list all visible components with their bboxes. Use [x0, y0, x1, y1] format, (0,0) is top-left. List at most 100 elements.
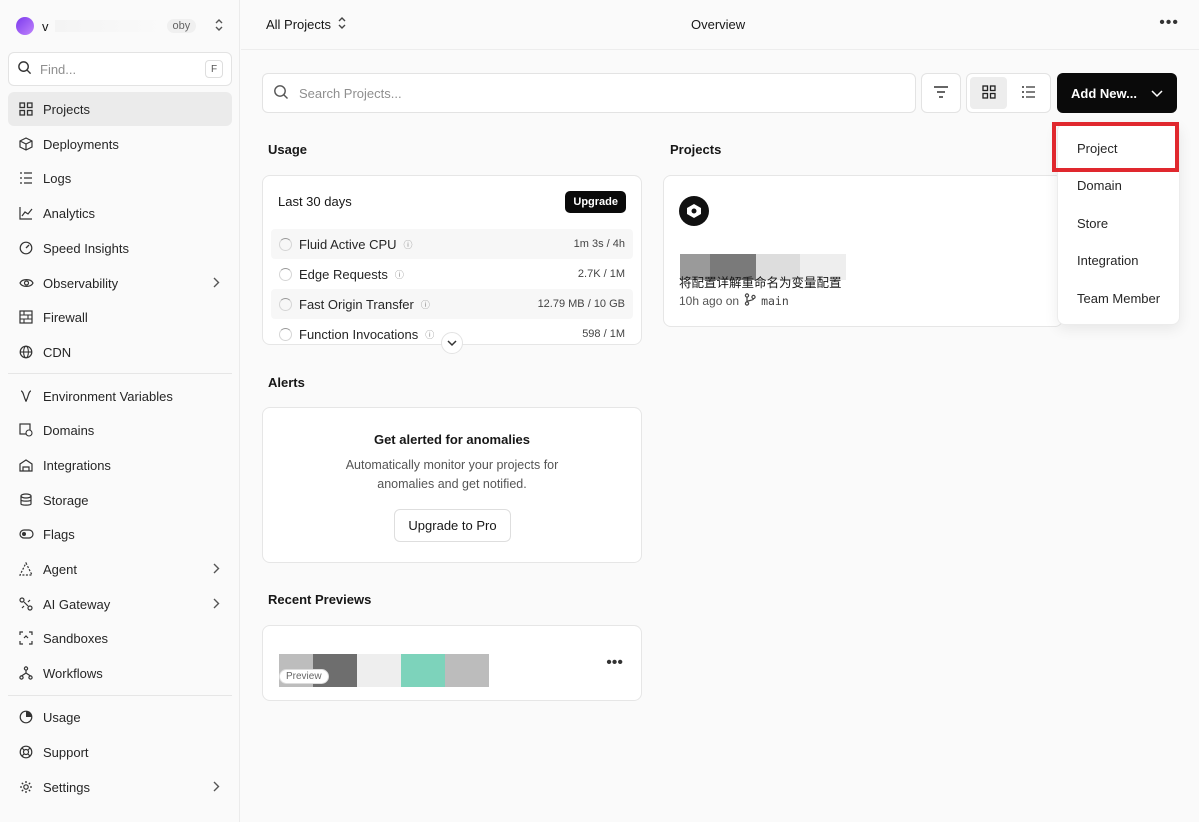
- sidebar-item-cdn[interactable]: CDN: [8, 335, 232, 369]
- team-name: v: [42, 18, 49, 34]
- sidebar-item-workflows[interactable]: Workflows: [8, 656, 232, 690]
- sidebar-item-sandboxes[interactable]: Sandboxes: [8, 621, 232, 655]
- sidebar-item-label: Sandboxes: [43, 630, 109, 646]
- expand-usage-button[interactable]: [441, 332, 463, 354]
- gateway-icon: [18, 596, 34, 612]
- sidebar-item-label: Observability: [43, 275, 119, 291]
- sidebar-item-agent[interactable]: Agent: [8, 552, 232, 586]
- usage-metric-row[interactable]: Fluid Active CPU ⓘ 1m 3s / 4h: [271, 229, 633, 259]
- project-branch: main: [761, 294, 789, 308]
- sidebar-item-label: Storage: [43, 492, 89, 508]
- variable-icon: [18, 388, 34, 404]
- sidebar-item-domains[interactable]: Domains: [8, 413, 232, 447]
- sidebar-item-projects[interactable]: Projects: [8, 92, 232, 126]
- chevron-right-icon: [213, 276, 220, 291]
- sidebar-item-ai-gateway[interactable]: AI Gateway: [8, 587, 232, 621]
- firewall-icon: [18, 309, 34, 325]
- git-branch-icon: [744, 293, 756, 309]
- search-icon: [273, 84, 289, 103]
- menu-item-domain[interactable]: Domain: [1077, 178, 1122, 193]
- sidebar-item-label: Deployments: [43, 136, 119, 152]
- sidebar-item-label: Analytics: [43, 205, 96, 221]
- team-avatar: [16, 17, 34, 35]
- team-switcher[interactable]: v oby: [16, 14, 228, 38]
- search-projects-input[interactable]: Search Projects...: [262, 73, 916, 113]
- project-card[interactable]: 将配置详解重命名为变量配置 10h ago on main: [663, 175, 1063, 327]
- alerts-heading: Get alerted for anomalies: [373, 432, 531, 447]
- metric-name: Function Invocations: [299, 326, 419, 342]
- domain-icon: [18, 422, 34, 438]
- project-scope-switcher[interactable]: All Projects: [266, 16, 347, 33]
- sidebar-item-logs[interactable]: Logs: [8, 161, 232, 195]
- find-shortcut-key: F: [205, 60, 223, 78]
- search-placeholder: Search Projects...: [299, 85, 402, 101]
- usage-metric-row[interactable]: Edge Requests ⓘ 2.7K / 1M: [271, 259, 633, 289]
- find-input[interactable]: Find... F: [8, 52, 232, 86]
- progress-ring-icon: [279, 297, 292, 311]
- project-meta: 10h ago on main: [679, 293, 789, 309]
- metric-value: 598 / 1M: [582, 328, 625, 340]
- support-icon: [18, 744, 34, 760]
- database-icon: [18, 492, 34, 508]
- line-chart-icon: [18, 205, 34, 221]
- filter-button[interactable]: [921, 73, 961, 113]
- menu-item-store[interactable]: Store: [1077, 216, 1108, 231]
- add-new-button[interactable]: Add New...: [1057, 73, 1177, 113]
- sidebar-item-usage[interactable]: Usage: [8, 700, 232, 734]
- agent-icon: [18, 561, 34, 577]
- alerts-section-title: Alerts: [268, 375, 305, 390]
- sidebar-item-firewall[interactable]: Firewall: [8, 300, 232, 334]
- sidebar-item-label: Firewall: [43, 309, 88, 325]
- grid-view-button[interactable]: [970, 77, 1007, 109]
- sidebar-item-deployments[interactable]: Deployments: [8, 127, 232, 161]
- sidebar-item-settings[interactable]: Settings: [8, 770, 232, 804]
- filter-icon: [933, 85, 949, 102]
- info-icon: ⓘ: [403, 239, 413, 250]
- sidebar-item-flags[interactable]: Flags: [8, 517, 232, 551]
- info-icon: ⓘ: [420, 299, 430, 310]
- usage-metric-row[interactable]: Fast Origin Transfer ⓘ 12.79 MB / 10 GB: [271, 289, 633, 319]
- scope-label: All Projects: [266, 17, 332, 32]
- toggle-icon: [18, 526, 34, 542]
- sidebar-item-label: Flags: [43, 526, 75, 542]
- chevron-up-down-icon[interactable]: [214, 18, 224, 35]
- sidebar-item-integrations[interactable]: Integrations: [8, 448, 232, 482]
- sidebar-item-support[interactable]: Support: [8, 735, 232, 769]
- sidebar-item-environment-variables[interactable]: Environment Variables: [8, 379, 232, 413]
- preview-card[interactable]: Preview •••: [262, 625, 642, 701]
- sidebar-item-analytics[interactable]: Analytics: [8, 196, 232, 230]
- sidebar-item-label: Logs: [43, 170, 72, 186]
- list-icon: [1021, 85, 1036, 102]
- usage-icon: [18, 709, 34, 725]
- project-commit-message: 将配置详解重命名为变量配置: [679, 276, 842, 290]
- sidebar-item-label: Agent: [43, 561, 77, 577]
- usage-section-title: Usage: [268, 142, 308, 157]
- usage-metrics-list: Fluid Active CPU ⓘ 1m 3s / 4h Edge Reque…: [263, 176, 641, 344]
- sidebar-item-storage[interactable]: Storage: [8, 483, 232, 517]
- more-options-icon[interactable]: •••: [606, 654, 623, 672]
- sidebar-divider: [8, 695, 232, 696]
- upgrade-to-pro-button[interactable]: Upgrade to Pro: [394, 509, 511, 542]
- search-icon: [17, 60, 32, 78]
- projects-section-title: Projects: [670, 142, 722, 157]
- progress-ring-icon: [279, 267, 292, 281]
- list-view-button[interactable]: [1010, 77, 1047, 109]
- menu-item-integration[interactable]: Integration: [1077, 253, 1138, 268]
- sandbox-icon: [18, 630, 34, 646]
- sidebar-item-speed-insights[interactable]: Speed Insights: [8, 231, 232, 265]
- sidebar-item-label: Support: [43, 744, 89, 760]
- team-plan-badge: oby: [166, 19, 197, 33]
- sidebar-item-label: Speed Insights: [43, 240, 130, 256]
- sidebar-item-observability[interactable]: Observability: [8, 266, 232, 300]
- sidebar-item-label: Workflows: [43, 665, 103, 681]
- metric-value: 2.7K / 1M: [577, 268, 625, 280]
- more-options-icon[interactable]: •••: [1159, 14, 1179, 32]
- menu-item-team-member[interactable]: Team Member: [1077, 291, 1160, 306]
- info-icon: ⓘ: [425, 329, 435, 340]
- grid-icon: [18, 101, 34, 117]
- view-toggle: [966, 73, 1051, 113]
- find-placeholder: Find...: [40, 61, 77, 77]
- sidebar-item-label: Environment Variables: [43, 388, 173, 404]
- recent-previews-section-title: Recent Previews: [268, 592, 372, 607]
- project-logo-icon: [679, 196, 709, 226]
